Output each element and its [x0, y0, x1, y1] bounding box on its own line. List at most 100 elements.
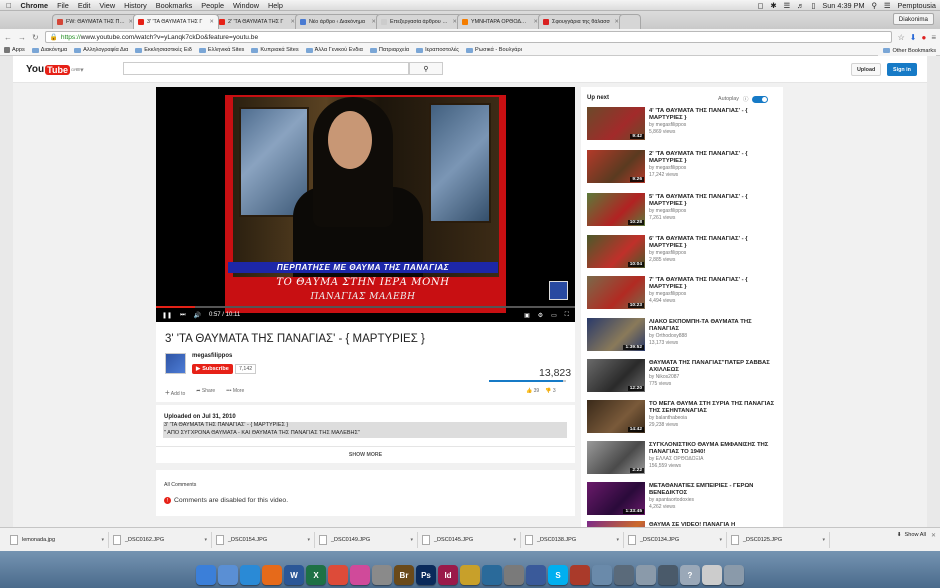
captions-icon[interactable]: ▣ — [524, 312, 530, 319]
info-icon[interactable]: ⓘ — [743, 95, 748, 103]
chevron-down-icon[interactable]: ▾ — [513, 537, 516, 543]
related-video-title[interactable]: 5' 'ΤΑ ΘΑΥΜΑΤΑ ΤΗΣ ΠΑΝΑΓΙΑΣ' - { ΜΑΡΤΥΡΙ… — [649, 194, 779, 208]
bookmark-folder[interactable]: Αλληλογραφία Δια — [74, 47, 128, 53]
settings-gear-icon[interactable]: ⚙ — [538, 312, 543, 319]
related-video[interactable]: 14:42 ΤΟ ΜΕΓΑ ΘΑΥΜΑ ΣΤΗ ΣΥΡΙΑ ΤΗΣ ΠΑΝΑΓΙΑ… — [587, 400, 781, 436]
download-item[interactable]: _DSC0138.JPG ▾ — [521, 531, 624, 548]
related-video-title[interactable]: 7' 'ΤΑ ΘΑΥΜΑΤΑ ΤΗΣ ΠΑΝΑΓΙΑΣ' - { ΜΑΡΤΥΡΙ… — [649, 277, 779, 291]
download-item[interactable]: _DSC0162.JPG ▾ — [109, 531, 212, 548]
channel-watermark[interactable] — [549, 281, 568, 300]
next-icon[interactable]: ⏭ — [180, 312, 185, 319]
volume-icon[interactable]: 🔊 — [193, 312, 200, 319]
add-to-button[interactable]: + Add to — [165, 388, 185, 397]
tab-5[interactable]: ΥΜΝΗΤΑΡΑ ΟΡΘΟΔΟΞΙΑΣ✕ — [457, 14, 543, 29]
related-video-title[interactable]: ΤΟ ΜΕΓΑ ΘΑΥΜΑ ΣΤΗ ΣΥΡΙΑ ΤΗΣ ΠΑΝΑΓΙΑΣ ΤΗΣ… — [649, 401, 779, 415]
guide-menu-icon[interactable]: ≡▾ — [76, 66, 84, 74]
pause-icon[interactable]: ❚❚ — [162, 312, 172, 319]
video-thumbnail[interactable]: 1:39:52 — [587, 318, 645, 351]
related-video[interactable]: 10:23 7' 'ΤΑ ΘΑΥΜΑΤΑ ΤΗΣ ΠΑΝΑΓΙΑΣ' - { ΜΑ… — [587, 276, 781, 312]
related-video[interactable]: 9:42 4' 'ΤΑ ΘΑΥΜΑΤΑ ΤΗΣ ΠΑΝΑΓΙΑΣ' - { ΜΑΡ… — [587, 107, 781, 143]
close-downloads-icon[interactable]: ✕ — [931, 532, 936, 539]
related-video[interactable]: 2:22 ΣΥΓΚΛΟΝΙΣΤΙΚΟ ΘΑΥΜΑ ΕΜΦΑΝΙΣΗΣ ΤΗΣ ΠΑ… — [587, 441, 781, 477]
menu-file[interactable]: File — [57, 1, 69, 10]
profile-button[interactable]: Diakonima — [892, 13, 934, 25]
itunes-icon[interactable] — [350, 565, 370, 585]
skype-icon[interactable]: S — [548, 565, 568, 585]
bookmark-folder[interactable]: Διακόνημα — [31, 47, 67, 53]
apps-bookmark[interactable]: Apps — [4, 47, 25, 53]
bookmark-folder[interactable]: Κυπριακά Sites — [251, 47, 299, 53]
download-item[interactable]: _DSC0154.JPG ▾ — [212, 531, 315, 548]
related-video[interactable]: 12:20 ΘΑΥΜΑΤΑ ΤΗΣ ΠΑΝΑΓΙΑΣ"ΠΑΤΕΡ ΣΑΒΒΑΣ Α… — [587, 359, 781, 395]
mail-icon[interactable] — [218, 565, 238, 585]
menu-bookmarks[interactable]: Bookmarks — [156, 1, 193, 10]
photoshop-icon[interactable]: Ps — [416, 565, 436, 585]
tab-4[interactable]: Επεξεργασία άρθρου ‹ Δι ✕ — [376, 14, 462, 29]
chevron-down-icon[interactable]: ▾ — [410, 537, 413, 543]
app-icon-9[interactable] — [658, 565, 678, 585]
spotlight-icon[interactable]: ⚲ — [872, 1, 877, 10]
menu-edit[interactable]: Edit — [78, 1, 91, 10]
video-thumbnail[interactable]: 2:22 — [587, 441, 645, 474]
app-icon-8[interactable] — [636, 565, 656, 585]
related-video[interactable]: 10:28 5' 'ΤΑ ΘΑΥΜΑΤΑ ΤΗΣ ΠΑΝΑΓΙΑΣ' - { ΜΑ… — [587, 193, 781, 229]
menu-people[interactable]: People — [201, 1, 224, 10]
preview-icon[interactable] — [372, 565, 392, 585]
menu-view[interactable]: View — [99, 1, 115, 10]
trash-icon[interactable] — [724, 565, 744, 585]
fullscreen-icon[interactable]: ⛶ — [565, 312, 569, 319]
video-thumbnail[interactable]: 10:04 — [587, 235, 645, 268]
related-video-title[interactable]: 2' 'ΤΑ ΘΑΥΜΑΤΑ ΤΗΣ ΠΑΝΑΓΙΑΣ' - { ΜΑΡΤΥΡΙ… — [649, 151, 779, 165]
close-tab-icon[interactable]: ✕ — [209, 19, 214, 25]
dislike-button[interactable]: 👎 3 — [545, 388, 555, 394]
help-icon[interactable]: ? — [680, 565, 700, 585]
bookmark-folder[interactable]: Ιεραποστολές — [416, 47, 459, 53]
youtube-logo[interactable]: You Tube GR — [26, 64, 77, 75]
related-video[interactable]: 10:04 6' 'ΤΑ ΘΑΥΜΑΤΑ ΤΗΣ ΠΑΝΑΓΙΑΣ' - { ΜΑ… — [587, 235, 781, 271]
related-video-title[interactable]: ΛΙΑΚΟ ΕΚΠΟΜΠΗ-ΤΑ ΘΑΥΜΑΤΑ ΤΗΣ ΠΑΝΑΓΙΑΣ — [649, 319, 779, 333]
indesign-icon[interactable]: Id — [438, 565, 458, 585]
chevron-down-icon[interactable]: ▾ — [719, 537, 722, 543]
app-icon-5[interactable] — [570, 565, 590, 585]
like-button[interactable]: 👍 39 — [526, 388, 539, 394]
related-video-title[interactable]: ΜΕΤΑΘΑΝΑΤΙΕΣ ΕΜΠΕΙΡΙΕΣ - ΓΕΡΩΝ ΒΕΝΕΔΙΚΤΟ… — [649, 483, 779, 497]
download-item[interactable]: lemonada.jpg ▾ — [6, 531, 109, 548]
video-thumbnail[interactable]: 9:42 — [587, 107, 645, 140]
video-thumbnail[interactable]: 14:42 — [587, 400, 645, 433]
video-thumbnail[interactable]: 9:26 — [587, 150, 645, 183]
video-thumbnail[interactable]: 12:20 — [587, 359, 645, 392]
chevron-down-icon[interactable]: ▾ — [101, 537, 104, 543]
app-icon-4[interactable] — [526, 565, 546, 585]
video-thumbnail[interactable]: 10:23 — [587, 276, 645, 309]
bookmark-folder[interactable]: Εκκλησιαστικές Ειδ — [135, 47, 192, 53]
menu-history[interactable]: History — [124, 1, 147, 10]
show-all-downloads[interactable]: ⬇ Show All — [897, 532, 926, 538]
show-more-button[interactable]: SHOW MORE — [156, 446, 575, 463]
related-video-title[interactable]: ΣΥΓΚΛΟΝΙΣΤΙΚΟ ΘΑΥΜΑ ΕΜΦΑΝΙΣΗΣ ΤΗΣ ΠΑΝΑΓΙ… — [649, 442, 779, 456]
download-item[interactable]: _DSC0149.JPG ▾ — [315, 531, 418, 548]
notifications-icon[interactable]: ☰ — [884, 1, 891, 10]
related-video-title[interactable]: ΘΑΥΜΑΤΑ ΤΗΣ ΠΑΝΑΓΙΑΣ"ΠΑΤΕΡ ΣΑΒΒΑΣ ΑΧΙΛΛΕ… — [649, 360, 779, 374]
address-bar[interactable]: 🔒 https://www.youtube.com/watch?v=yLanqk… — [44, 31, 892, 43]
app-menu[interactable]: Chrome — [20, 1, 48, 10]
other-bookmarks[interactable]: Other Bookmarks — [878, 45, 936, 56]
channel-avatar[interactable] — [165, 353, 186, 374]
tab-1[interactable]: 3' 'ΤΑ ΘΑΥΜΑΤΑ ΤΗΣ Γ ✕ — [133, 14, 219, 29]
sign-in-button[interactable]: Sign in — [887, 63, 917, 76]
search-button[interactable]: ⚲ — [409, 62, 443, 75]
related-video-title[interactable]: 6' 'ΤΑ ΘΑΥΜΑΤΑ ΤΗΣ ΠΑΝΑΓΙΑΣ' - { ΜΑΡΤΥΡΙ… — [649, 236, 779, 250]
menu-help[interactable]: Help — [268, 1, 283, 10]
bluetooth-icon[interactable]: ✱ — [770, 1, 776, 10]
video-thumbnail[interactable]: 1:33:45 — [587, 482, 645, 515]
bridge-icon[interactable]: Br — [394, 565, 414, 585]
finder-icon[interactable] — [196, 565, 216, 585]
menu-icon[interactable]: ≡ — [931, 33, 936, 42]
tab-6[interactable]: Σφουγγάρια της θάλασσ ✕ — [538, 14, 624, 29]
chevron-down-icon[interactable]: ▾ — [616, 537, 619, 543]
upload-button[interactable]: Upload — [851, 63, 882, 76]
extension-icon[interactable]: ⬇ — [910, 33, 917, 42]
tab-3[interactable]: Νέο άρθρο ‹ Διακόνημα ✕ — [295, 14, 381, 29]
word-icon[interactable]: W — [284, 565, 304, 585]
share-button[interactable]: ➦ Share — [196, 388, 215, 397]
bookmark-folder[interactable]: Ρωσικά - Βουλγάρι — [466, 47, 522, 53]
